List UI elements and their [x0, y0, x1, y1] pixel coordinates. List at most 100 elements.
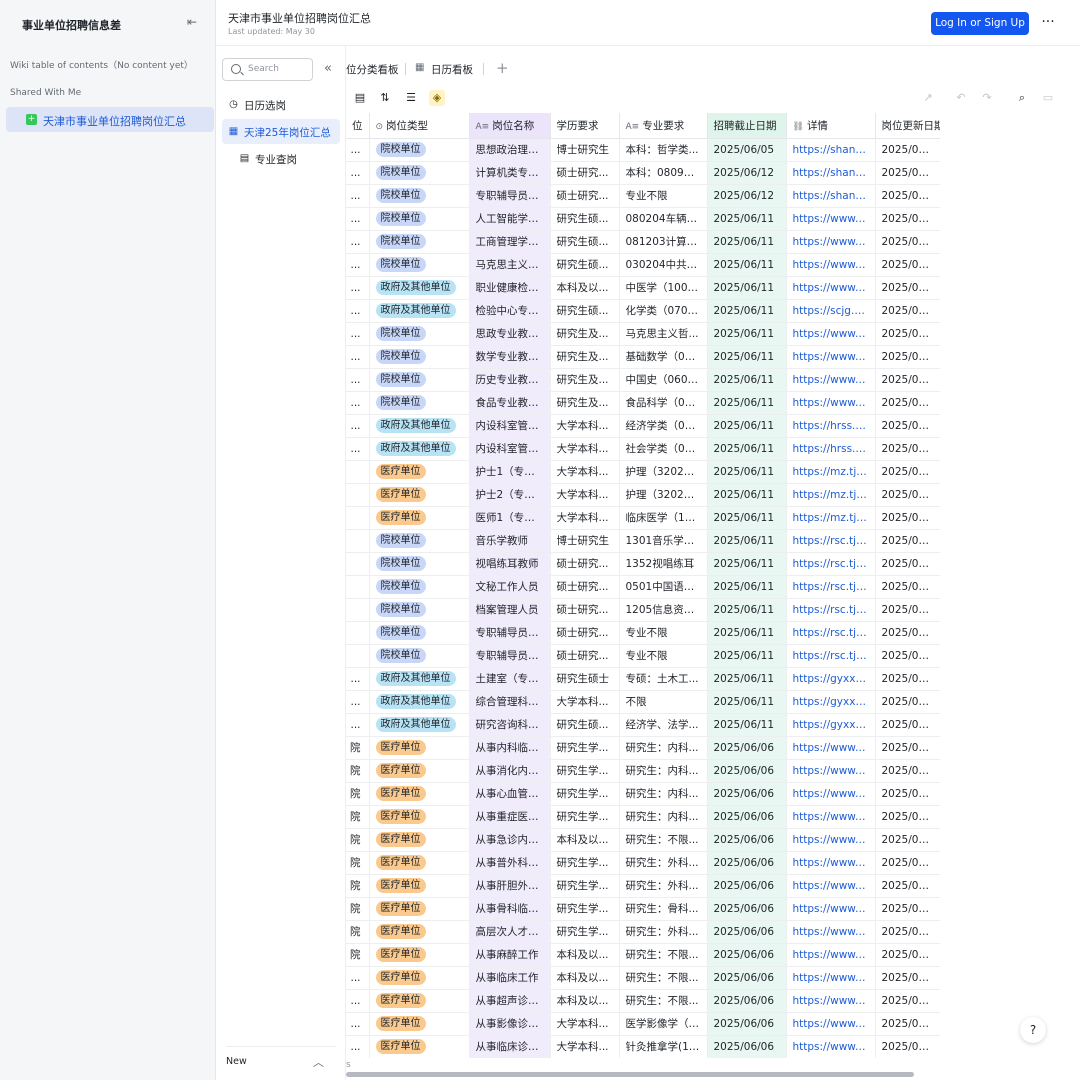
table-cell[interactable]: 2025/05/27	[875, 920, 940, 944]
table-cell[interactable]: 2025/05/29	[875, 713, 940, 737]
table-cell[interactable]: 博士研究生	[550, 138, 620, 162]
table-cell[interactable]: 研究生：内科...	[619, 736, 708, 760]
table-cell[interactable]: 工商管理学院...	[469, 230, 551, 254]
table-cell[interactable]: 2025/06/06	[707, 943, 787, 967]
table-cell[interactable]: 医疗单位	[369, 989, 470, 1013]
table-cell[interactable]: 030204中共党...	[619, 253, 708, 277]
table-cell[interactable]	[346, 506, 370, 530]
table-cell[interactable]: 2025/05/29	[875, 253, 940, 277]
table-cell[interactable]: 职业健康检查...	[469, 276, 551, 300]
table-cell[interactable]: 研究生：外科...	[619, 920, 708, 944]
table-cell[interactable]: 2025/05/29	[875, 230, 940, 254]
tab-calendar-board[interactable]: 日历看板	[431, 62, 473, 77]
table-cell[interactable]: ...	[346, 966, 370, 990]
table-cell[interactable]: https://www.tj...	[786, 828, 876, 852]
table-cell[interactable]: https://shangw...	[786, 184, 876, 208]
table-row[interactable]: 医疗单位 护士2（专技... 大学本科... 护理（320201... 2025/06/…	[346, 483, 940, 507]
more-options-icon[interactable]: ···	[1038, 12, 1058, 34]
table-cell[interactable]: 2025/05/29	[875, 506, 940, 530]
table-cell[interactable]: 本科：哲学类...	[619, 138, 708, 162]
table-cell[interactable]: 医疗单位	[369, 759, 470, 783]
table-cell[interactable]: ...	[346, 299, 370, 323]
table-cell[interactable]: https://hrss.tj....	[786, 414, 876, 438]
table-cell[interactable]: 2025/06/11	[707, 575, 787, 599]
table-row[interactable]: ... 政府及其他单位 职业健康检查... 本科及以... 中医学（1005... 202…	[346, 276, 940, 300]
table-cell[interactable]: 研究生学...	[550, 920, 620, 944]
table-cell[interactable]: 医疗单位	[369, 736, 470, 760]
table-cell[interactable]: ...	[346, 690, 370, 714]
sort-icon[interactable]: ⇅	[377, 90, 393, 106]
table-cell[interactable]: 2025/05/29	[875, 368, 940, 392]
table-cell[interactable]: 高层次人才从...	[469, 920, 551, 944]
group-icon[interactable]: ▤	[352, 90, 368, 106]
table-cell[interactable]: 内设科室管理...	[469, 414, 551, 438]
table-cell[interactable]: 院	[346, 897, 370, 921]
column-header[interactable]: A≡ 专业要求	[619, 113, 708, 139]
redo-icon[interactable]: ↷	[979, 90, 995, 106]
table-cell[interactable]: 2025/06/06	[707, 782, 787, 806]
table-cell[interactable]: https://rsc.tjc...	[786, 598, 876, 622]
table-cell[interactable]: 医师1（专技...	[469, 506, 551, 530]
table-cell[interactable]: 2025/06/11	[707, 506, 787, 530]
table-row[interactable]: ... 院校单位 思想政治理论... 博士研究生 本科：哲学类... 2025/06/05…	[346, 138, 940, 162]
table-cell[interactable]: 2025/05/29	[875, 322, 940, 346]
table-cell[interactable]: 研究生：外科...	[619, 851, 708, 875]
table-cell[interactable]: 人工智能学院...	[469, 207, 551, 231]
table-row[interactable]: 院校单位 文秘工作人员 硕士研究... 0501中国语言... 2025/06/11 ht…	[346, 575, 940, 599]
chevron-up-icon[interactable]: ︿	[313, 1054, 324, 1070]
table-cell[interactable]: 2025/05/29	[875, 644, 940, 668]
base-item-major-query[interactable]: ▤ 专业查岗	[222, 146, 340, 171]
table-cell[interactable]: 2025/05/29	[875, 690, 940, 714]
table-cell[interactable]: 研究生：内科...	[619, 782, 708, 806]
table-cell[interactable]: 音乐学教师	[469, 529, 551, 553]
table-cell[interactable]: 医疗单位	[369, 897, 470, 921]
table-cell[interactable]: 专硕：土木工...	[619, 667, 708, 691]
column-header[interactable]: 岗位更新日期	[875, 113, 940, 139]
table-cell[interactable]: https://www.tj...	[786, 759, 876, 783]
table-cell[interactable]: 2025/06/11	[707, 552, 787, 576]
table-cell[interactable]: 院校单位	[369, 391, 470, 415]
table-cell[interactable]: 食品科学（083...	[619, 391, 708, 415]
table-cell[interactable]: 2025/06/11	[707, 230, 787, 254]
table-row[interactable]: 院医疗单位 从事重症医学... 研究生学... 研究生：内科... 2025/06/06…	[346, 805, 940, 829]
table-row[interactable]: ... 院校单位 计算机类专业... 硕士研究... 本科：080901... 2025/…	[346, 161, 940, 185]
table-cell[interactable]: https://www.b...	[786, 253, 876, 277]
table-cell[interactable]: 医疗单位	[369, 1012, 470, 1036]
table-cell[interactable]: 院	[346, 736, 370, 760]
table-cell[interactable]: 研究生学...	[550, 782, 620, 806]
table-row[interactable]: 医疗单位 护士1（专技... 大学本科... 护理（320201... 2025/06/…	[346, 460, 940, 484]
base-item-calendar[interactable]: ◷ 日历选岗	[222, 92, 340, 117]
table-row[interactable]: 院医疗单位 从事内科临床... 研究生学... 研究生：内科... 2025/06/06…	[346, 736, 940, 760]
table-cell[interactable]	[346, 598, 370, 622]
table-cell[interactable]: 2025/06/11	[707, 276, 787, 300]
table-cell[interactable]: 硕士研究...	[550, 575, 620, 599]
login-button[interactable]: Log In or Sign Up	[931, 12, 1029, 35]
table-cell[interactable]: 研究生：内科...	[619, 759, 708, 783]
table-cell[interactable]: 院校单位	[369, 345, 470, 369]
table-cell[interactable]: https://shangw...	[786, 138, 876, 162]
table-cell[interactable]: 本科及以...	[550, 276, 620, 300]
table-cell[interactable]: 院校单位	[369, 575, 470, 599]
table-cell[interactable]: 不限	[619, 690, 708, 714]
table-row[interactable]: ... 医疗单位 从事影像诊断... 大学本科... 医学影像学（1... 2025/06…	[346, 1012, 940, 1036]
table-cell[interactable]: 2025/06/06	[707, 759, 787, 783]
table-cell[interactable]: 从事临床工作	[469, 966, 551, 990]
table-cell[interactable]: 从事骨科临床...	[469, 897, 551, 921]
table-cell[interactable]	[346, 460, 370, 484]
table-cell[interactable]: 历史专业教师...	[469, 368, 551, 392]
table-cell[interactable]: 研究生硕士	[550, 667, 620, 691]
table-cell[interactable]: 政府及其他单位	[369, 299, 470, 323]
table-cell[interactable]: 研究生及...	[550, 322, 620, 346]
column-header[interactable]: A≡ 岗位名称	[469, 113, 551, 139]
table-cell[interactable]: 从事重症医学...	[469, 805, 551, 829]
table-cell[interactable]: ...	[346, 667, 370, 691]
table-row[interactable]: ... 政府及其他单位 内设科室管理... 大学本科... 经济学类（020... 202…	[346, 414, 940, 438]
table-cell[interactable]: 2025/06/12	[707, 184, 787, 208]
table-cell[interactable]: 从事麻醉工作	[469, 943, 551, 967]
table-cell[interactable]: 院	[346, 943, 370, 967]
table-cell[interactable]: 从事普外科临...	[469, 851, 551, 875]
table-cell[interactable]: 2025/06/06	[707, 1035, 787, 1058]
table-cell[interactable]: 2025/05/29	[875, 460, 940, 484]
table-cell[interactable]: 化学类（0703...	[619, 299, 708, 323]
table-cell[interactable]: 院	[346, 920, 370, 944]
